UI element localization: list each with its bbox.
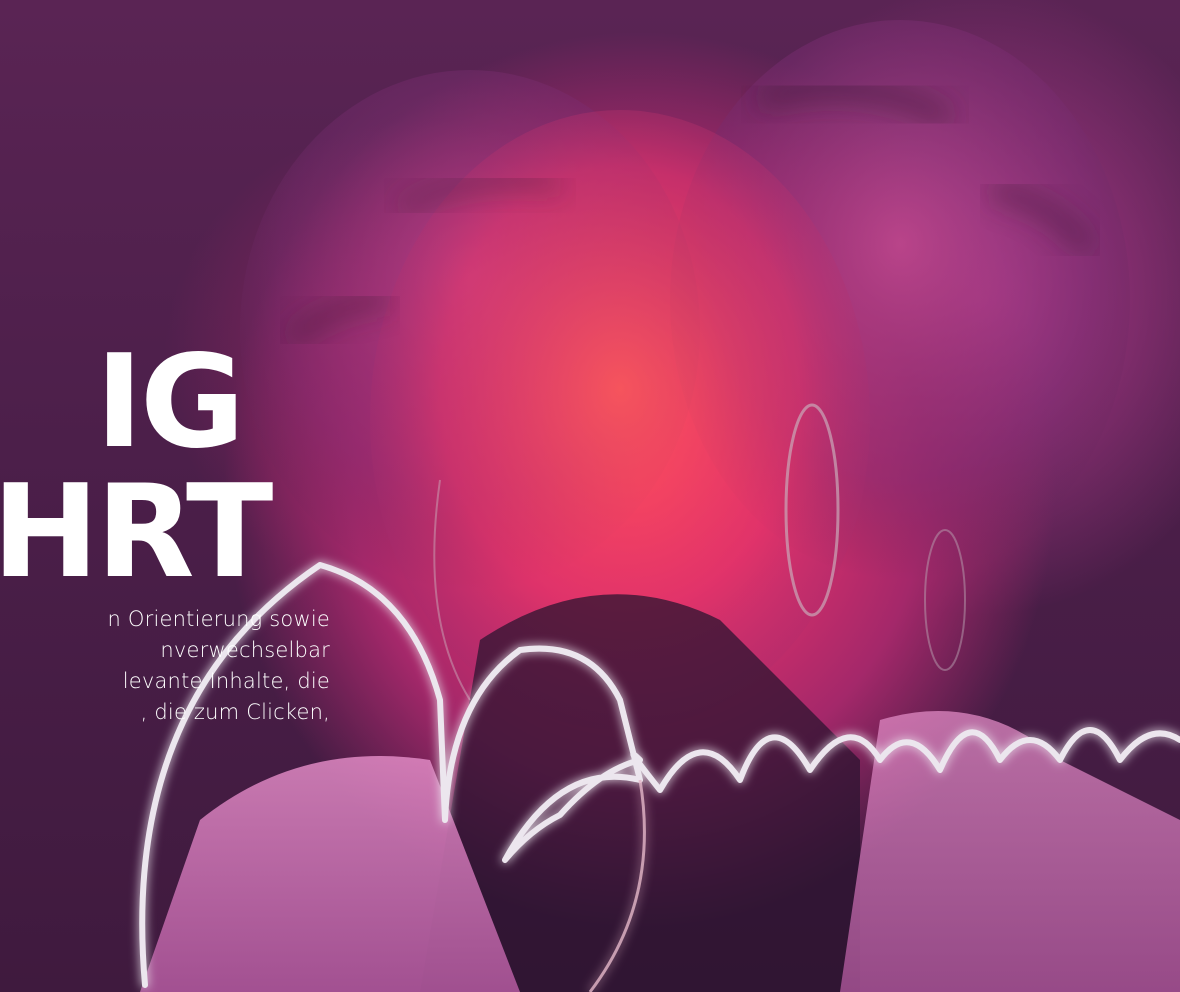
hero-section: IG HRT n Orientierung sowie nverwechselb… [0,0,1180,992]
headline-line-2: HRT [0,458,273,607]
description-line: , die zum Clicken, [140,700,330,724]
description-line: n Orientierung sowie [107,607,330,631]
description-line: levante Inhalte, die [122,669,330,693]
hero-description: n Orientierung sowie nverwechselbar leva… [0,604,330,728]
hero-headline: IG HRT [0,328,273,607]
description-line: nverwechselbar [160,638,330,662]
headline-line-1: IG [95,328,245,477]
